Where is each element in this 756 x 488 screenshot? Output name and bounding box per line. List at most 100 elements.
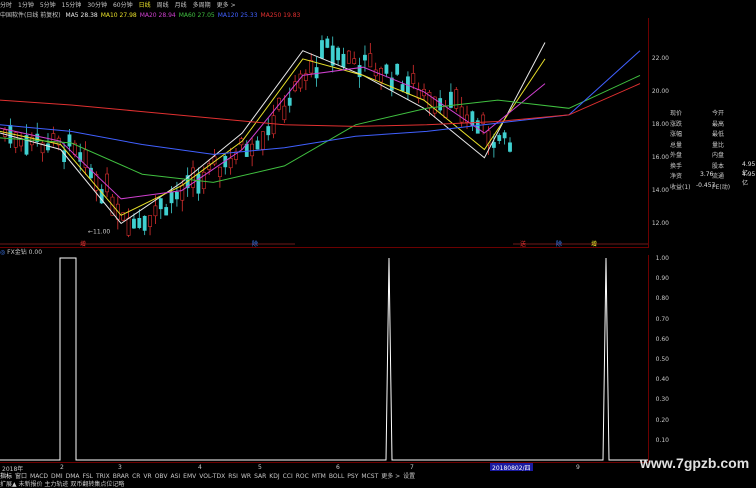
candle <box>46 133 50 153</box>
price-axis: 22.00 20.00 18.00 16.00 14.00 12.00 <box>648 18 671 248</box>
period-1[interactable]: 1分钟 <box>18 2 34 9</box>
candle <box>379 66 383 90</box>
date-label: 4 <box>198 464 202 471</box>
candle <box>384 63 389 78</box>
indicator-tick: 0.30 <box>655 396 669 404</box>
fx-indicator-chart[interactable] <box>0 255 648 462</box>
ma-line-ma60 <box>0 74 641 183</box>
candle <box>395 63 400 77</box>
candle <box>502 130 507 145</box>
info-label: 换手 <box>670 162 683 170</box>
period-3[interactable]: 15分钟 <box>62 2 82 9</box>
period-7[interactable]: 周线 <box>157 2 169 9</box>
candle <box>223 154 228 175</box>
ma-line-ma120 <box>0 50 641 155</box>
candle <box>346 49 351 64</box>
candle <box>336 46 340 66</box>
candle <box>320 35 324 60</box>
candle <box>314 56 319 87</box>
candle <box>298 70 303 92</box>
date-label: 5 <box>258 464 262 471</box>
price-tick: 20.00 <box>651 87 669 95</box>
candle <box>142 215 147 236</box>
period-4[interactable]: 30分钟 <box>87 2 107 9</box>
candle <box>449 83 453 109</box>
period-6[interactable]: 日线 <box>139 2 151 9</box>
indicator-axis: 1.00 0.90 0.80 0.70 0.60 0.50 0.40 0.30 0.20 0.10 <box>648 255 671 462</box>
candlestick-chart[interactable]: ←11.00增除送除增 <box>0 18 648 248</box>
period-5[interactable]: 60分钟 <box>113 2 133 9</box>
info-label: 涨跌 <box>670 120 683 128</box>
info-label: 收益(1) <box>670 183 691 191</box>
indicator-tick: 0.40 <box>655 376 669 384</box>
candle <box>470 110 475 132</box>
event-marker[interactable]: 送 <box>520 240 526 248</box>
price-tick: 18.00 <box>651 120 669 128</box>
candle <box>260 131 265 156</box>
info-label: 外盘 <box>670 152 683 159</box>
event-marker[interactable]: 增 <box>591 240 597 248</box>
info-label: 最低 <box>712 131 725 138</box>
candle <box>497 133 502 145</box>
info-label: 今开 <box>712 110 725 117</box>
info-label: 涨幅 <box>670 131 683 138</box>
candle <box>255 136 260 150</box>
candle <box>148 215 152 236</box>
quote-info-panel: 现价 今开 涨跌 最高 涨幅 最低 总量 量比 外盘 内盘 换手 股本 净资 流通 收益(1) PE(动) 4.… <box>670 108 756 198</box>
candle <box>325 36 330 49</box>
candle <box>19 132 24 152</box>
candle <box>234 147 238 165</box>
info-value-shouyi: -0.457 <box>696 181 716 189</box>
candle <box>158 197 163 219</box>
candle <box>250 137 255 167</box>
info-value-jingzi: 3.76 <box>700 171 714 178</box>
candle <box>465 105 469 130</box>
fx-signal-line <box>0 257 648 461</box>
date-label: 2 <box>60 464 64 471</box>
indicator-tick: 0.50 <box>655 356 669 363</box>
period-toolbar: 分时 1分钟 5分钟 15分钟 30分钟 60分钟 日线 周线 月线 多周期 更多 > <box>0 0 756 10</box>
ma-line-ma10 <box>0 58 546 216</box>
indicator-tick: 0.60 <box>655 335 669 343</box>
indicator-tab-bar: 指标 窗口 MACD DMI DMA FSL TRIX BRAR CR VR OBV ASI EMV VO… <box>0 471 756 480</box>
info-value-liutong: 4.95亿 <box>742 171 756 187</box>
indicator-tick: 1.00 <box>655 255 669 262</box>
date-label: 9 <box>576 464 580 471</box>
period-9[interactable]: 多周期 <box>193 2 211 9</box>
date-label: 7 <box>410 464 414 471</box>
price-tick: 16.00 <box>651 153 669 161</box>
event-marker[interactable]: 增 <box>80 240 86 248</box>
candle <box>212 149 217 166</box>
period-8[interactable]: 月线 <box>175 2 187 9</box>
info-label: 内盘 <box>712 152 725 159</box>
price-tick: 12.00 <box>651 219 669 227</box>
candle <box>411 64 416 90</box>
info-label: 净资 <box>670 173 683 180</box>
low-price-label: ←11.00 <box>88 228 110 235</box>
site-watermark: www.7gpzb.com <box>640 455 750 471</box>
info-label: 最高 <box>712 120 725 128</box>
price-tick: 22.00 <box>651 54 669 62</box>
indicator-tick: 0.70 <box>655 315 669 323</box>
indicator-tick: 0.90 <box>655 275 669 283</box>
period-10[interactable]: 更多 > <box>217 2 236 9</box>
candle <box>266 118 271 141</box>
period-0[interactable]: 分时 <box>0 2 12 9</box>
event-marker[interactable]: 除 <box>556 240 562 248</box>
candle <box>303 69 308 91</box>
candle <box>416 82 421 104</box>
candle <box>83 141 88 175</box>
sub-indicator-title[interactable]: ◎ FX金钻 0.00 <box>0 247 42 256</box>
candle <box>217 166 222 188</box>
candle <box>508 137 512 153</box>
status-bar: 扩展▲ 未新报价 主力轨迹 双币翻转集点位记略 <box>0 481 125 488</box>
info-label: 总量 <box>670 141 683 149</box>
date-label: 6 <box>336 464 340 471</box>
candle <box>89 164 93 181</box>
candle <box>105 167 109 198</box>
info-label: 流通 <box>712 173 725 180</box>
event-marker[interactable]: 除 <box>252 240 258 248</box>
candle <box>228 147 233 175</box>
info-label: 股本 <box>712 162 725 170</box>
period-2[interactable]: 5分钟 <box>40 2 56 9</box>
